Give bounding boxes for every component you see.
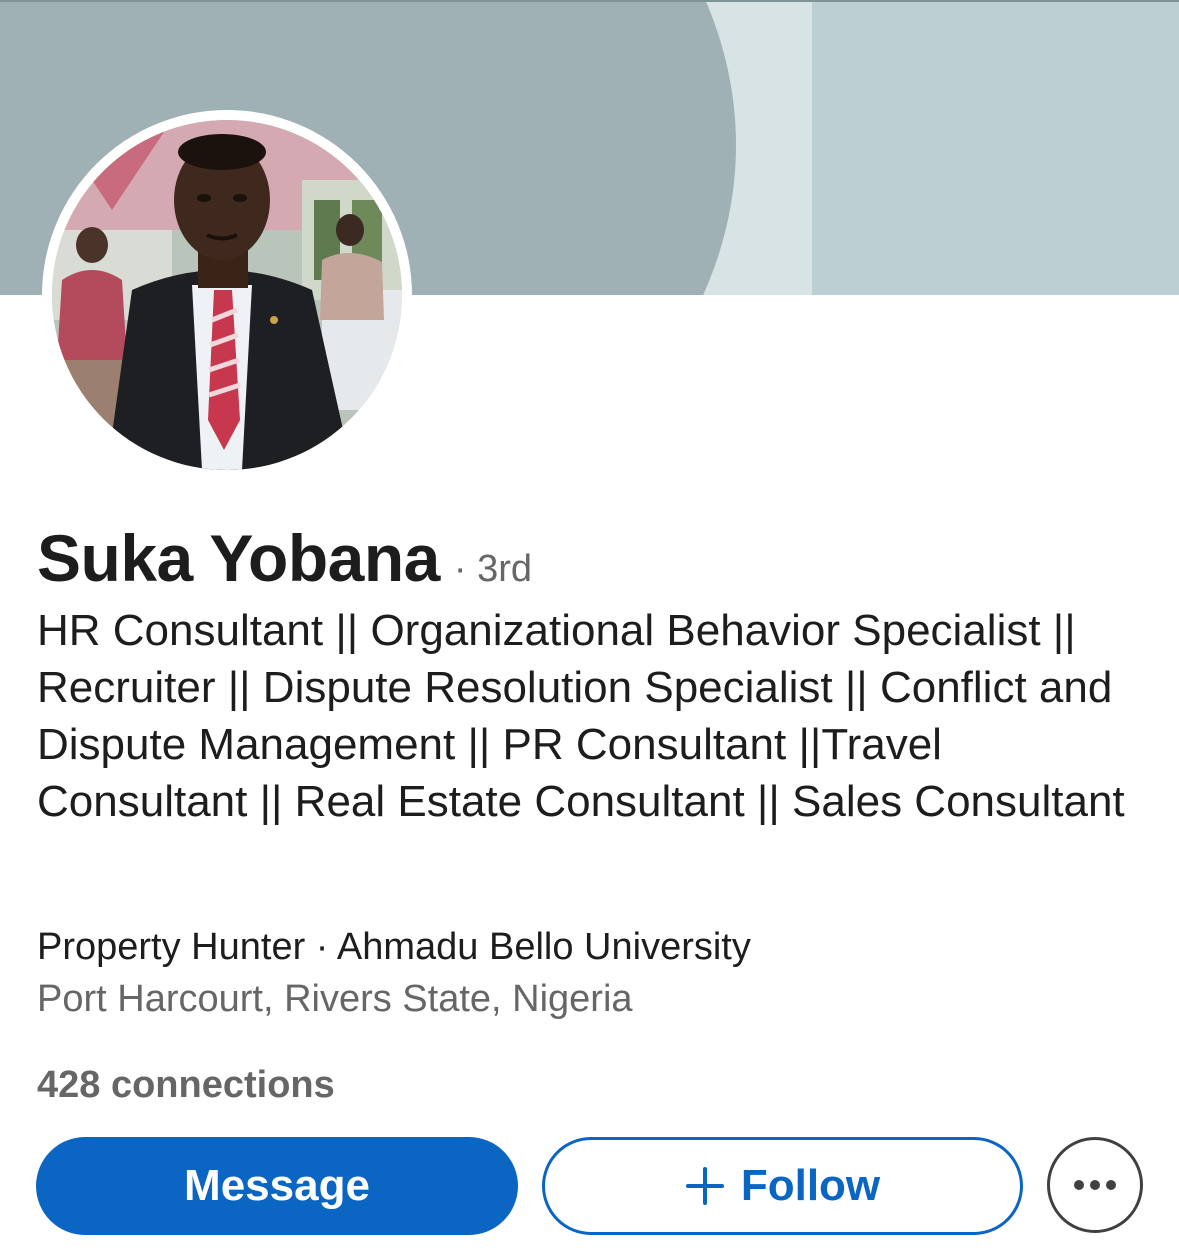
avatar-photo	[52, 120, 402, 470]
connections-count[interactable]: 428 connections	[37, 1064, 335, 1107]
profile-name: Suka Yobana	[37, 521, 440, 595]
follow-button[interactable]: Follow	[542, 1137, 1023, 1235]
plus-icon	[685, 1167, 724, 1205]
banner-right-panel	[812, 0, 1179, 295]
more-actions-button[interactable]	[1047, 1137, 1143, 1233]
message-button-label: Message	[184, 1161, 370, 1210]
profile-headline: HR Consultant || Organizational Behavior…	[37, 606, 1125, 826]
profile-location: Port Harcourt, Rivers State, Nigeria	[37, 978, 633, 1020]
follow-button-label: Follow	[740, 1161, 881, 1210]
connection-degree: · 3rd	[453, 548, 533, 590]
banner-top-line	[0, 0, 1179, 2]
profile-company-education: Property Hunter · Ahmadu Bello Universit…	[37, 926, 751, 968]
name-row: Suka Yobana · 3rd	[37, 520, 532, 596]
message-button[interactable]: Message	[36, 1137, 518, 1235]
ellipsis-icon	[1074, 1180, 1116, 1190]
profile-avatar[interactable]	[42, 110, 412, 480]
